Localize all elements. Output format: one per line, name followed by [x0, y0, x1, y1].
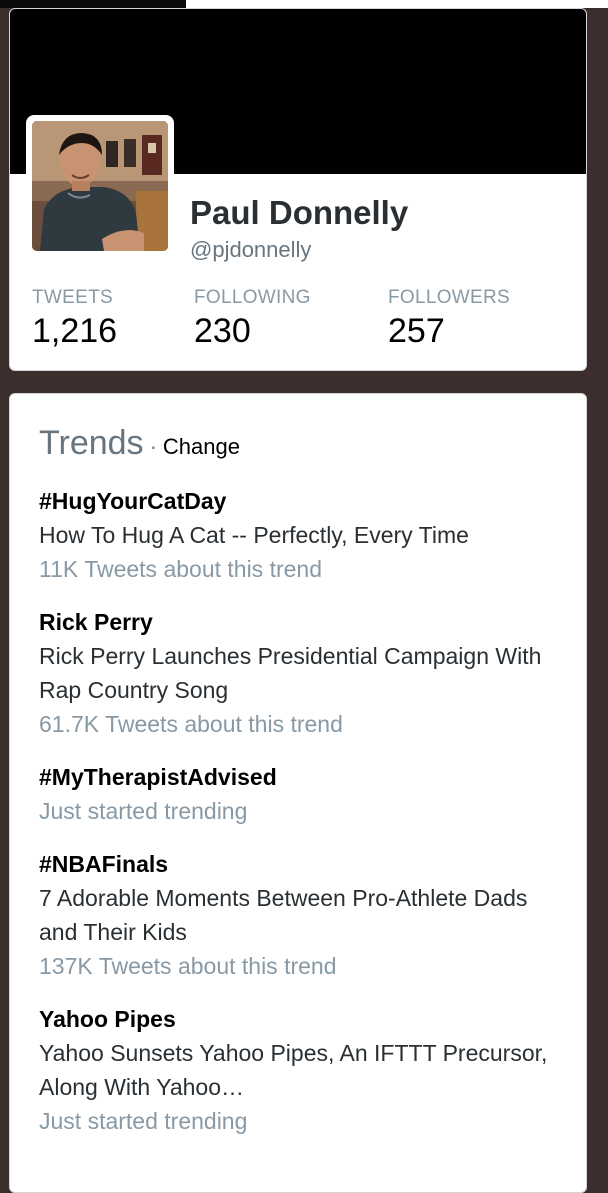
trend-description[interactable]: 7 Adorable Moments Between Pro-Athlete D…	[39, 881, 569, 949]
trend-item-nbafinals[interactable]: #NBAFinals 7 Adorable Moments Between Pr…	[39, 847, 569, 983]
trends-separator: ·	[149, 434, 157, 459]
profile-card: Paul Donnelly @pjdonnelly TWEETS 1,216 F…	[9, 8, 587, 371]
trend-item-mytherapistadvised[interactable]: #MyTherapistAdvised Just started trendin…	[39, 760, 569, 828]
avatar[interactable]	[32, 121, 168, 251]
stat-label: TWEETS	[32, 287, 113, 308]
stat-value: 257	[388, 312, 445, 350]
trend-meta: 11K Tweets about this trend	[39, 556, 322, 582]
stat-label: FOLLOWERS	[388, 287, 510, 308]
trend-description[interactable]: Rick Perry Launches Presidential Campaig…	[39, 639, 569, 707]
stat-tweets[interactable]: TWEETS 1,216	[32, 287, 117, 351]
profile-handle[interactable]: @pjdonnelly	[190, 237, 311, 263]
trend-name[interactable]: #MyTherapistAdvised	[39, 760, 569, 794]
profile-name[interactable]: Paul Donnelly	[190, 194, 408, 232]
trends-header: Trends · Change	[39, 424, 240, 463]
trend-meta: 137K Tweets about this trend	[39, 953, 337, 979]
stat-value: 230	[194, 312, 251, 350]
stat-label: FOLLOWING	[194, 287, 311, 308]
avatar-photo	[32, 121, 168, 251]
stat-value: 1,216	[32, 312, 118, 350]
trend-name[interactable]: #NBAFinals	[39, 847, 569, 881]
trends-title: Trends	[39, 424, 144, 462]
trend-item-rick-perry[interactable]: Rick Perry Rick Perry Launches President…	[39, 605, 569, 741]
trends-card: Trends · Change #HugYourCatDay How To Hug …	[9, 393, 587, 1193]
trend-meta: Just started trending	[39, 798, 248, 824]
trends-list: #HugYourCatDay How To Hug A Cat -- Perfe…	[39, 484, 569, 1157]
trend-name[interactable]: Yahoo Pipes	[39, 1002, 569, 1036]
trend-description[interactable]: How To Hug A Cat -- Perfectly, Every Tim…	[39, 518, 569, 552]
trend-item-hugyourcatday[interactable]: #HugYourCatDay How To Hug A Cat -- Perfe…	[39, 484, 569, 586]
avatar-frame[interactable]	[26, 115, 174, 257]
trend-meta: Just started trending	[39, 1108, 248, 1134]
trend-meta: 61.7K Tweets about this trend	[39, 711, 343, 737]
stat-followers[interactable]: FOLLOWERS 257	[388, 287, 510, 351]
trend-name[interactable]: Rick Perry	[39, 605, 569, 639]
top-strip-dark	[0, 0, 186, 8]
trend-item-yahoo-pipes[interactable]: Yahoo Pipes Yahoo Sunsets Yahoo Pipes, A…	[39, 1002, 569, 1138]
trend-description[interactable]: Yahoo Sunsets Yahoo Pipes, An IFTTT Prec…	[39, 1036, 569, 1104]
trends-change-link[interactable]: Change	[163, 434, 240, 459]
trend-name[interactable]: #HugYourCatDay	[39, 484, 569, 518]
stat-following[interactable]: FOLLOWING 230	[194, 287, 311, 351]
